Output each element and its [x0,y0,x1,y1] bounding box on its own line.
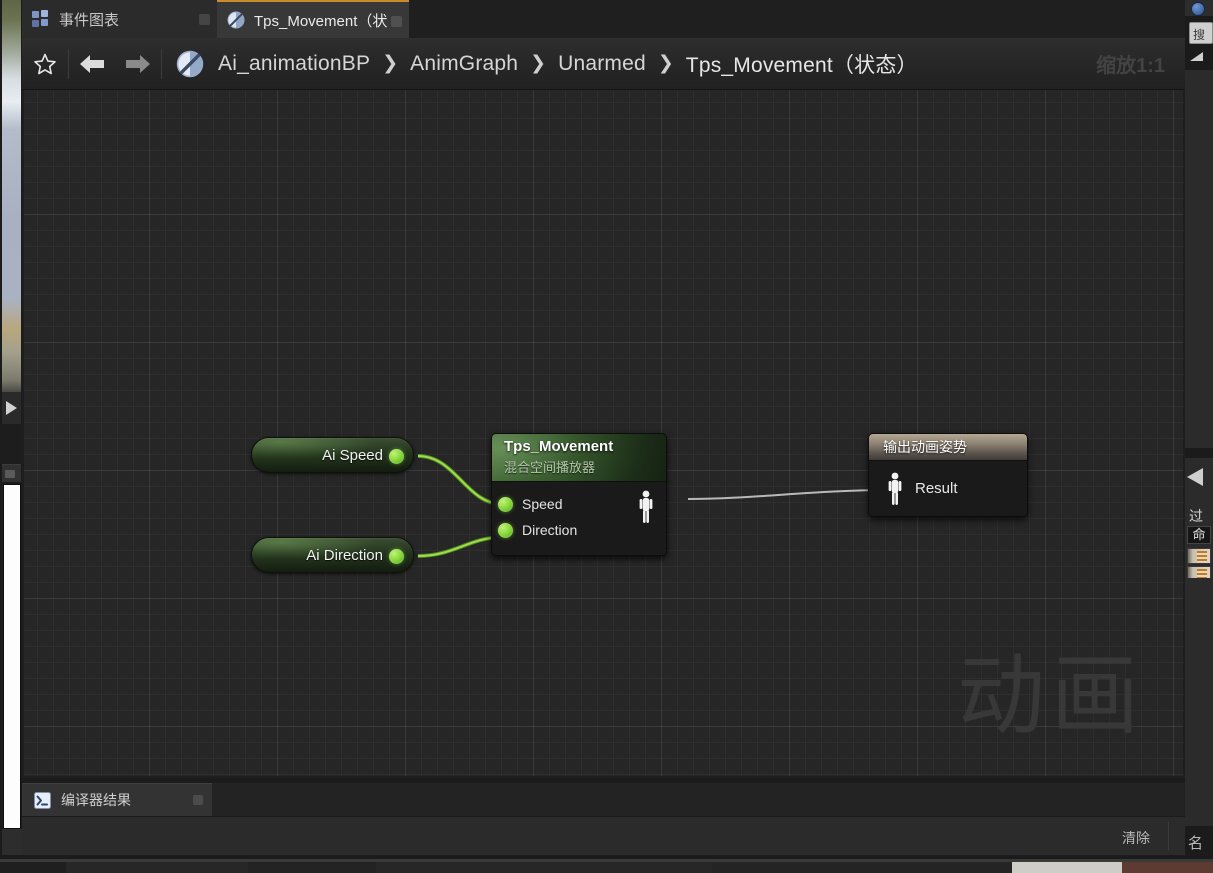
favorite-button[interactable] [22,38,68,90]
arrow-left-icon [80,54,104,73]
zoom-level-label: 缩放1:1 [1096,55,1165,77]
tab-compiler-results[interactable]: 编译器结果 [22,783,212,816]
right-panel-body-lower[interactable]: 过 命 [1185,458,1213,582]
graph-editor: Ai_animationBP ❯ AnimGraph ❯ Unarmed ❯ T… [22,38,1185,778]
breadcrumb: Ai_animationBP ❯ AnimGraph ❯ Unarmed ❯ T… [162,49,1096,79]
graph-watermark: 动画 [956,644,1145,747]
right-panel-header [1185,0,1213,16]
graph-canvas[interactable]: 动画 Ai Speed Ai Direction Tps_Movement 混合… [24,90,1183,776]
arrow-right-icon [126,54,150,73]
left-white-panel-edge[interactable] [3,484,21,829]
unreal-animgraph-window: 事件图表 Tps_Movement（状 Ai_animationBP ❯ Ani… [0,0,1213,873]
back-button[interactable] [69,38,115,90]
node-blendspace-player[interactable]: Tps_Movement 混合空间播放器 Speed Direction [491,433,667,556]
taskbar-segment[interactable] [1012,862,1122,873]
grid-icon [32,10,50,28]
close-icon[interactable] [199,14,210,25]
anim-graph-icon [227,11,245,29]
input-pin-speed-label: Speed [522,496,563,512]
right-panel-footer-label: 名 [1188,835,1204,852]
left-footer-edge [2,829,22,855]
variable-getter-ai-speed[interactable]: Ai Speed [251,437,414,473]
node-header: 输出动画姿势 [869,434,1027,461]
breadcrumb-separator: ❯ [657,53,674,74]
compiler-results-panel: 编译器结果 清除 [22,783,1185,855]
anim-graph-icon [176,50,204,78]
search-input[interactable]: 搜 [1189,22,1213,44]
forward-button[interactable] [115,38,161,90]
breadcrumb-item-blueprint[interactable]: Ai_animationBP [218,52,370,76]
input-pin-direction-label: Direction [522,522,578,538]
collapse-left-icon[interactable] [1187,468,1203,486]
left-viewport-sliver [0,0,22,873]
viewport-expand-strip[interactable] [2,392,21,424]
pose-icon[interactable] [887,472,903,506]
result-pin-label: Result [915,480,958,497]
node-title: Tps_Movement [504,438,614,455]
pose-icon[interactable] [638,490,654,524]
node-subtitle: 混合空间播放器 [504,460,596,475]
right-panel-body-bottom[interactable] [1185,578,1213,826]
node-output-animation-pose[interactable]: 输出动画姿势 Result [868,433,1028,517]
graph-toolbar: Ai_animationBP ❯ AnimGraph ❯ Unarmed ❯ T… [22,38,1185,90]
close-icon[interactable] [391,16,402,27]
document-tab-bar: 事件图表 Tps_Movement（状 [22,0,1185,38]
results-log-area[interactable]: 清除 [22,816,1185,855]
list-item[interactable] [1187,548,1211,564]
close-icon[interactable] [193,795,203,805]
breadcrumb-separator: ❯ [530,53,547,74]
left-mini-tab[interactable] [2,464,21,482]
tab-tps-movement-label: Tps_Movement（状 [254,12,388,30]
taskbar-segment[interactable] [1122,862,1213,873]
input-pin[interactable] [498,522,513,538]
node-body: Result [869,461,1027,516]
output-pin[interactable] [389,449,404,464]
taskbar-segment[interactable] [0,862,66,873]
mini-tab-icon [5,470,15,478]
results-tab-row: 编译器结果 [22,783,1185,816]
tab-compiler-results-label: 编译器结果 [61,792,131,808]
globe-icon [1191,2,1205,16]
taskbar-segment[interactable] [712,862,1012,873]
breadcrumb-item-unarmed[interactable]: Unarmed [558,52,646,76]
console-icon [34,791,51,809]
breadcrumb-separator: ❯ [382,53,399,74]
star-icon [34,53,56,74]
filter-label[interactable]: 过 [1189,506,1203,526]
breadcrumb-item-animgraph[interactable]: AnimGraph [410,52,518,76]
input-pin[interactable] [498,496,513,512]
asset-thumb-icon [1197,551,1207,562]
output-pin[interactable] [389,549,404,564]
tab-event-graph-label: 事件图表 [59,11,120,29]
taskbar-segment[interactable] [248,862,376,873]
chevron-down-icon[interactable] [1190,52,1203,61]
tab-event-graph[interactable]: 事件图表 [22,0,217,38]
tab-tps-movement[interactable]: Tps_Movement（状 [217,0,409,38]
right-panel-body-upper[interactable] [1185,70,1213,448]
left-gap [0,424,22,464]
right-panel-sliver: 搜 过 命 名 [1185,0,1213,873]
variable-getter-ai-direction-label: Ai Direction [306,546,383,564]
column-header-name[interactable]: 命 [1187,526,1211,544]
os-taskbar[interactable] [0,862,1213,873]
breadcrumb-item-state[interactable]: Tps_Movement（状态） [686,49,918,79]
node-header: Tps_Movement 混合空间播放器 [492,434,666,482]
node-body: Speed Direction [492,482,666,555]
chevron-right-icon [6,401,17,415]
variable-getter-ai-direction[interactable]: Ai Direction [251,537,414,573]
variable-getter-ai-speed-label: Ai Speed [322,446,383,464]
viewport-preview-edge[interactable] [2,0,21,392]
right-panel-splitter[interactable] [1185,448,1213,458]
node-title: 输出动画姿势 [883,439,967,455]
results-divider [1168,822,1169,850]
clear-button[interactable]: 清除 [1114,826,1158,850]
